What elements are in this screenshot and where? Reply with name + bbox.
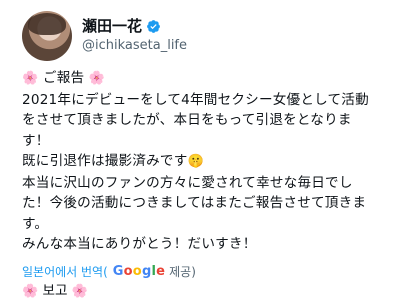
post-header: 瀬田一花 @ichikaseta_life — [22, 10, 187, 62]
translated-heading: 🌸 보고 🌸 — [22, 282, 88, 301]
cherry-blossom-icon: 🌸 — [22, 284, 39, 299]
text-line: みんな本当にありがとう！だいすき！ — [22, 236, 257, 252]
cherry-blossom-icon: 🌸 — [22, 71, 39, 86]
text-line: をさせて頂きましたが、本日をもって引退をとなりま — [22, 112, 352, 128]
heading-line: 🌸 ご報告 🌸 — [22, 68, 394, 90]
google-logo: Google — [112, 263, 166, 279]
translation-link[interactable]: 일본어에서 번역( — [22, 263, 108, 280]
post-card: 瀬田一花 @ichikaseta_life 🌸 ご報告 🌸 2021年にデビュー… — [0, 0, 400, 300]
verified-badge-icon — [147, 19, 160, 33]
text-line: 2021年にデビューをして4年間セクシー女優として活動 — [22, 91, 369, 108]
text-line: す！ — [22, 132, 50, 149]
display-name[interactable]: 瀬田一花 — [82, 17, 142, 35]
translation-attribution: 일본어에서 번역( Google 제공) — [22, 262, 196, 280]
text-line-with-emoji: 既に引退作は撮影済みです🤫 — [22, 151, 394, 173]
translated-heading-text: 보고 — [42, 283, 68, 299]
post-heading: ご報告 — [42, 70, 85, 86]
text-line: た！今後の活動につきましてはまたご報告させて頂きま — [22, 195, 367, 211]
name-row: 瀬田一花 — [82, 17, 187, 35]
shushing-face-icon: 🤫 — [187, 154, 204, 169]
avatar[interactable] — [22, 11, 72, 61]
post-text: 🌸 ご報告 🌸 2021年にデビューをして4年間セクシー女優として活動 をさせて… — [22, 68, 394, 255]
cherry-blossom-icon: 🌸 — [88, 71, 106, 86]
cherry-blossom-icon: 🌸 — [71, 284, 89, 299]
text-line: 本当に沢山のファンの方々に愛されて幸せな毎日でし — [22, 174, 353, 191]
text-line: 既に引退作は撮影済みです — [22, 153, 188, 169]
author-info: 瀬田一花 @ichikaseta_life — [82, 17, 187, 55]
translation-suffix: 제공) — [169, 264, 196, 279]
text-line: す。 — [22, 215, 49, 232]
user-handle[interactable]: @ichikaseta_life — [82, 37, 187, 55]
